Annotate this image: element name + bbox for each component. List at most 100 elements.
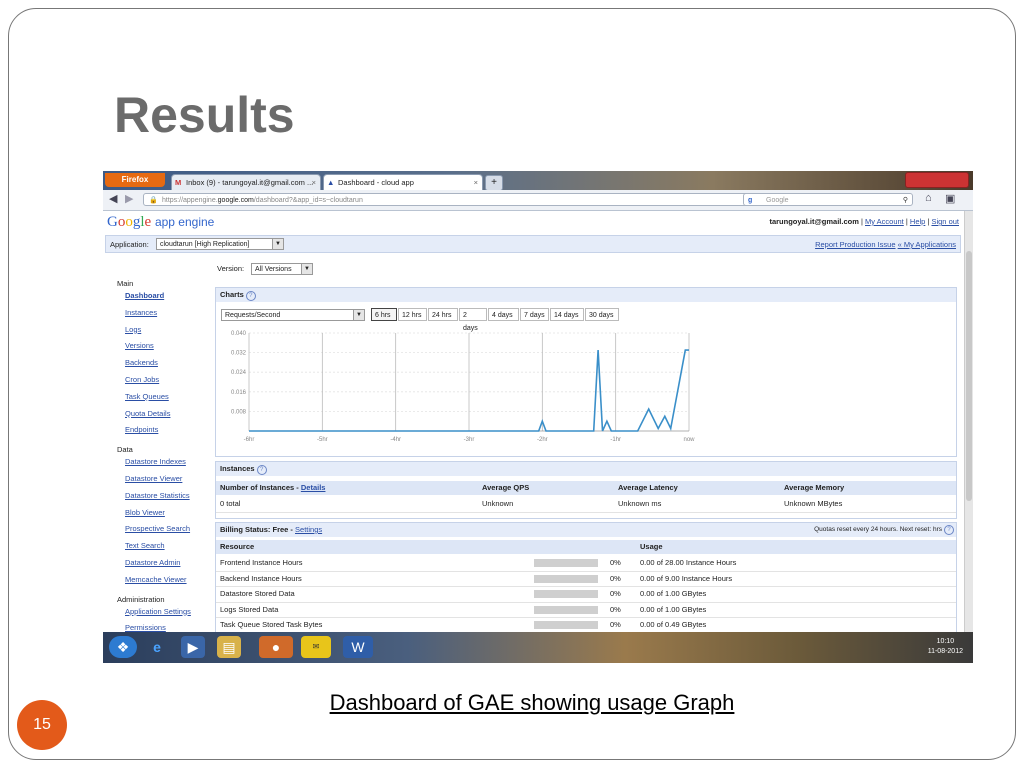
sidebar-item-application-settings[interactable]: Application Settings xyxy=(117,604,209,621)
range-button-2-days[interactable]: 2 days xyxy=(459,308,487,332)
url-prefix: https://appengine. xyxy=(162,197,218,204)
close-icon[interactable]: × xyxy=(474,175,478,190)
usage-bar xyxy=(534,574,598,583)
search-placeholder: Google xyxy=(766,197,789,204)
gae-page: Google app engine tarungoyal.it@gmail.co… xyxy=(103,211,965,632)
usage-percent: 0% xyxy=(610,558,621,567)
close-icon[interactable]: × xyxy=(312,175,316,190)
messenger-icon[interactable]: ✉ xyxy=(301,636,331,658)
resource-header-row: Resource Usage xyxy=(216,540,956,554)
window-controls[interactable] xyxy=(905,172,969,188)
chart-metric-select[interactable]: Requests/Second ▼ xyxy=(221,309,365,321)
instances-header-row: Number of Instances - Details Average QP… xyxy=(216,481,956,495)
billing-settings-link[interactable]: Settings xyxy=(295,525,322,534)
clock-time: 10:10 xyxy=(936,638,955,645)
range-button-12-hrs[interactable]: 12 hrs xyxy=(398,308,427,321)
my-account-link[interactable]: My Account xyxy=(865,217,904,226)
help-link[interactable]: Help xyxy=(910,217,925,226)
instances-col-count-label: Number of Instances - xyxy=(220,483,301,492)
my-applications-link[interactable]: « My Applications xyxy=(898,240,956,249)
range-button-6-hrs[interactable]: 6 hrs xyxy=(371,308,397,321)
firefox-menu-button[interactable]: Firefox xyxy=(105,173,165,187)
sign-out-link[interactable]: Sign out xyxy=(931,217,959,226)
help-icon[interactable]: ? xyxy=(245,291,256,301)
appengine-icon: ▲ xyxy=(327,178,335,187)
sidebar-item-permissions[interactable]: Permissions xyxy=(117,620,209,632)
range-button-24-hrs[interactable]: 24 hrs xyxy=(428,308,458,321)
url-rest: /dashboard?&app_id=s~cloudtarun xyxy=(253,197,363,204)
tab-dashboard[interactable]: ▲ Dashboard - cloud app × xyxy=(323,174,483,190)
version-select[interactable]: All Versions ▼ xyxy=(251,263,313,275)
resource-name: Logs Stored Data xyxy=(220,604,279,614)
version-label: Version: xyxy=(217,264,245,273)
y-tick-label: 0.032 xyxy=(231,351,247,357)
resource-name: Frontend Instance Hours xyxy=(220,558,303,567)
usage-percent: 0% xyxy=(610,604,621,614)
system-tray-clock[interactable]: 10:10 11-08-2012 xyxy=(928,637,963,657)
media-player-icon[interactable]: ▶ xyxy=(181,636,205,658)
usage-bar xyxy=(534,559,598,567)
search-box[interactable]: g Google ⚲ xyxy=(743,193,913,206)
sidebar-item-cron-jobs[interactable]: Cron Jobs xyxy=(117,372,209,389)
usage-value: 0.00 of 1.00 GBytes xyxy=(640,589,707,599)
new-tab-button[interactable]: + xyxy=(485,175,503,191)
application-bar: Application: cloudtarun [High Replicatio… xyxy=(105,235,961,253)
table-row: Frontend Instance Hours 0% 0.00 of 28.00 I… xyxy=(216,555,956,572)
sidebar-item-prospective-search[interactable]: Prospective Search xyxy=(117,521,209,538)
sidebar-item-task-queues[interactable]: Task Queues xyxy=(117,389,209,406)
application-select[interactable]: cloudtarun [High Replication] ▼ xyxy=(156,238,284,250)
requests-chart: 0.040 0.032 0.024 0.016 0.008 -6hr -5hr -4hr -3h… xyxy=(231,331,695,443)
charts-title: Charts xyxy=(220,290,244,299)
sidebar-item-datastore-statistics[interactable]: Datastore Statistics xyxy=(117,488,209,505)
search-icon[interactable]: ⚲ xyxy=(903,194,908,207)
sidebar-item-text-search[interactable]: Text Search xyxy=(117,538,209,555)
range-button-30-days[interactable]: 30 days xyxy=(585,308,619,321)
forward-arrow-icon[interactable]: ▶ xyxy=(125,192,133,205)
url-bar[interactable]: 🔒 https://appengine.google.com/dashboard?… xyxy=(143,193,757,206)
explorer-folder-icon[interactable]: ▤ xyxy=(217,636,241,658)
help-icon[interactable]: ? xyxy=(256,465,267,475)
google-app-engine-logo[interactable]: Google app engine xyxy=(107,214,214,231)
range-button-14-days[interactable]: 14 days xyxy=(550,308,584,321)
sidebar-item-quota-details[interactable]: Quota Details xyxy=(117,406,209,423)
sidebar-item-logs[interactable]: Logs xyxy=(117,322,209,339)
usage-value: 0.00 of 1.00 GBytes xyxy=(640,604,707,614)
sidebar-item-datastore-admin[interactable]: Datastore Admin xyxy=(117,555,209,572)
instances-memory: Unknown MBytes xyxy=(784,499,843,508)
user-email: tarungoyal.it@gmail.com xyxy=(769,217,859,226)
google-search-icon: g xyxy=(748,197,753,204)
sidebar: Main Dashboard Instances Logs Versions Backen… xyxy=(117,273,209,632)
help-icon[interactable]: ? xyxy=(944,525,954,535)
word-icon[interactable]: W xyxy=(343,636,373,658)
start-button[interactable]: ❖ xyxy=(109,636,137,658)
bookmarks-icon[interactable]: ▣ xyxy=(945,192,955,205)
range-button-7-days[interactable]: 7 days xyxy=(520,308,549,321)
browser-nav-bar: ◀ ▶ 🔒 https://appengine.google.com/dashbo… xyxy=(103,190,973,211)
chevron-down-icon: ▼ xyxy=(272,239,283,249)
sidebar-item-backends[interactable]: Backends xyxy=(117,355,209,372)
vertical-scrollbar[interactable] xyxy=(964,211,973,632)
sidebar-item-instances[interactable]: Instances xyxy=(117,305,209,322)
home-icon[interactable]: ⌂ xyxy=(925,192,932,204)
back-arrow-icon[interactable]: ◀ xyxy=(109,192,117,205)
x-tick-label: -6hr xyxy=(244,437,255,443)
table-row: Datastore Stored Data 0% 0.00 of 1.00 GByt… xyxy=(216,586,956,603)
tab-gmail[interactable]: M Inbox (9) - tarungoyal.it@gmail.com ..… xyxy=(171,174,321,190)
instances-details-link[interactable]: Details xyxy=(301,483,326,492)
sidebar-item-datastore-viewer[interactable]: Datastore Viewer xyxy=(117,471,209,488)
sidebar-item-blob-viewer[interactable]: Blob Viewer xyxy=(117,505,209,522)
internet-explorer-icon[interactable]: e xyxy=(145,636,169,658)
scrollbar-thumb[interactable] xyxy=(966,251,972,501)
range-button-4-days[interactable]: 4 days xyxy=(488,308,519,321)
sidebar-item-datastore-indexes[interactable]: Datastore Indexes xyxy=(117,454,209,471)
x-tick-label: -1hr xyxy=(610,437,621,443)
sidebar-item-endpoints[interactable]: Endpoints xyxy=(117,422,209,439)
gmail-icon: M xyxy=(175,178,182,187)
sidebar-item-memcache-viewer[interactable]: Memcache Viewer xyxy=(117,572,209,589)
sidebar-item-versions[interactable]: Versions xyxy=(117,338,209,355)
firefox-icon[interactable]: ● xyxy=(259,636,293,658)
sidebar-item-dashboard[interactable]: Dashboard xyxy=(117,288,209,305)
report-issue-link[interactable]: Report Production Issue xyxy=(815,240,895,249)
table-row: Task Queue Stored Task Bytes 0% 0.00 of 0.… xyxy=(216,617,956,632)
usage-value: 0.00 of 28.00 Instance Hours xyxy=(640,558,737,567)
